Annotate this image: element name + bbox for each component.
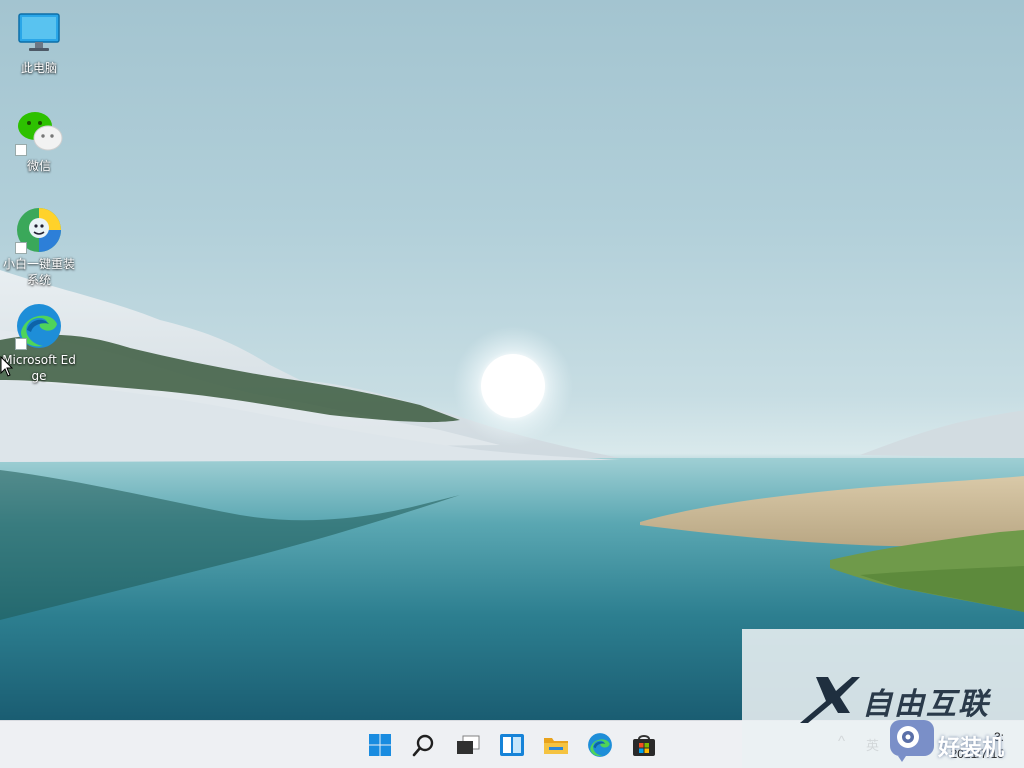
- wechat-icon: [15, 108, 63, 156]
- desktop-icon-label: 小白一键重装系统: [2, 257, 75, 287]
- taskbar-widgets-button[interactable]: [494, 727, 530, 763]
- watermark-x-logo-icon: [800, 677, 860, 723]
- shortcut-arrow-icon: [15, 338, 27, 350]
- shortcut-arrow-icon: [15, 242, 27, 254]
- desktop-icon-label: 此电脑: [20, 61, 57, 75]
- edge-icon: [15, 302, 63, 350]
- search-icon: [412, 734, 434, 757]
- desktop[interactable]: 此电脑 微信 小白一键重装系统 Microsoft Edge: [0, 0, 1024, 720]
- task-view-icon: [457, 735, 480, 754]
- shortcut-arrow-icon: [15, 144, 27, 156]
- taskbar-start-button[interactable]: [362, 727, 398, 763]
- desktop-icon-label: 微信: [26, 159, 51, 173]
- store-bag-icon: [633, 735, 655, 756]
- mouse-cursor-icon: [0, 356, 14, 377]
- this-pc-monitor-icon: [15, 10, 63, 58]
- taskbar-task-view-button[interactable]: [450, 727, 486, 763]
- watermark-badge-text: 好装机: [938, 736, 1005, 761]
- taskbar-edge-button[interactable]: [582, 727, 618, 763]
- edge-icon: [588, 733, 612, 757]
- taskbar-file-explorer-button[interactable]: [538, 727, 574, 763]
- watermark-badge-icon: [890, 720, 934, 762]
- desktop-icon-this-pc[interactable]: 此电脑: [1, 10, 77, 76]
- xiaobai-reinstall-icon: [15, 206, 63, 254]
- wallpaper-landscape: [0, 270, 1024, 720]
- folder-icon: [544, 738, 568, 754]
- desktop-icon-xiaobai[interactable]: 小白一键重装系统: [1, 206, 77, 288]
- taskbar-search-button[interactable]: [406, 727, 442, 763]
- taskbar-store-button[interactable]: [626, 727, 662, 763]
- desktop-icon-wechat[interactable]: 微信: [1, 108, 77, 174]
- watermark-text: 自由互联: [862, 687, 990, 722]
- windows-start-icon: [369, 734, 391, 756]
- widgets-icon: [500, 734, 524, 756]
